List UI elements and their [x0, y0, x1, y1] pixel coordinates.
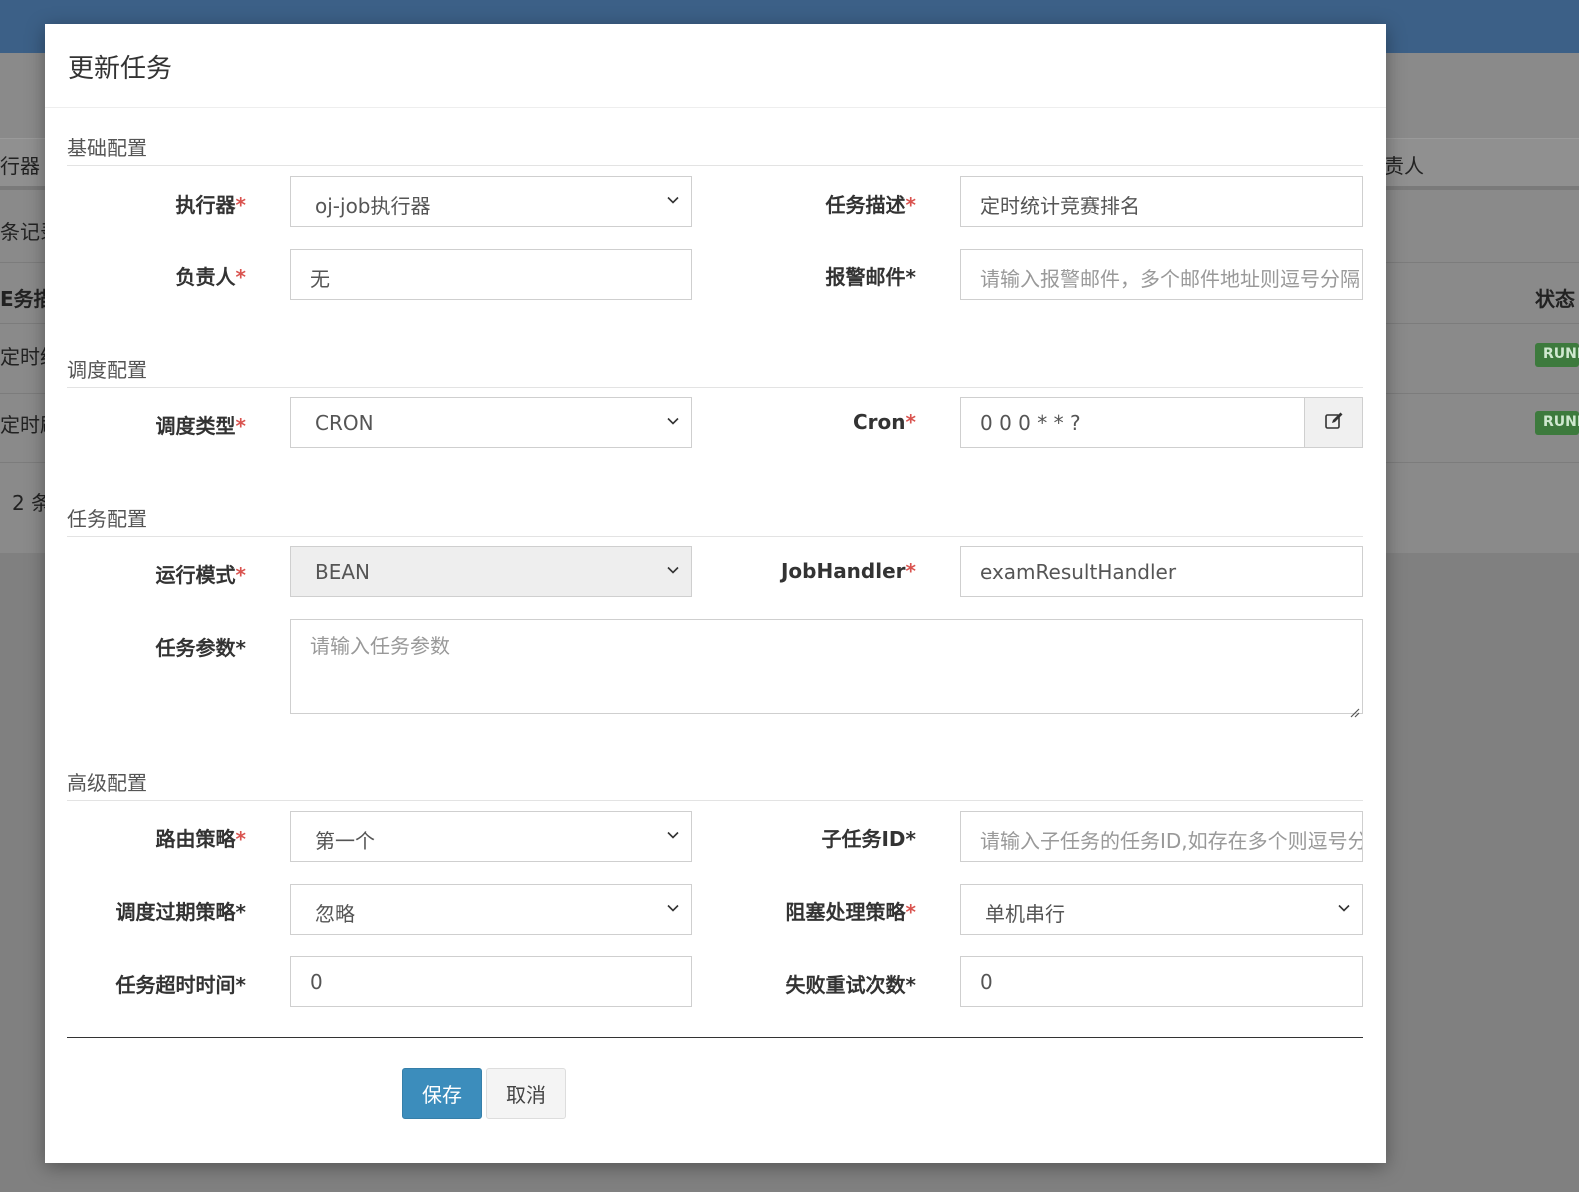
child-job-id-label: 子任务ID* — [821, 827, 916, 851]
fail-retry-input[interactable]: 0 — [960, 956, 1363, 1007]
resize-handle-icon[interactable] — [1348, 699, 1360, 718]
job-handler-input[interactable]: examResultHandler — [960, 546, 1363, 597]
filter-author-fragment: 责人 — [1384, 154, 1424, 178]
route-strategy-label: 路由策略* — [155, 827, 246, 851]
modal-header: 更新任务 — [45, 24, 1386, 108]
author-label: 负责人* — [175, 265, 246, 289]
job-desc-label: 任务描述* — [825, 193, 916, 217]
chevron-down-icon — [1338, 902, 1350, 914]
alarm-email-label: 报警邮件* — [825, 265, 916, 289]
route-strategy-select[interactable]: 第一个 — [290, 811, 692, 862]
timeout-label: 任务超时时间* — [115, 973, 246, 997]
filter-executor-fragment: 行器 — [0, 154, 40, 178]
block-strategy-select[interactable]: 单机串行 — [960, 884, 1363, 935]
chevron-down-icon — [667, 902, 679, 914]
job-param-label: 任务参数* — [155, 636, 246, 660]
table-row-2-status-badge: RUNNING — [1535, 411, 1579, 435]
block-strategy-label: 阻塞处理策略* — [785, 900, 916, 924]
misfire-strategy-label: 调度过期策略* — [115, 900, 246, 924]
alarm-email-input[interactable]: 请输入报警邮件，多个邮件地址则逗号分隔 — [960, 249, 1363, 300]
schedule-type-select[interactable]: CRON — [290, 397, 692, 448]
job-handler-label: JobHandler* — [780, 559, 916, 583]
section-schedule-config: 调度配置 — [67, 354, 1363, 388]
chevron-down-icon — [667, 564, 679, 576]
executor-select[interactable]: oj-job执行器 — [290, 176, 692, 227]
edit-icon — [1324, 411, 1344, 435]
fail-retry-label: 失败重试次数* — [785, 973, 916, 997]
chevron-down-icon — [667, 194, 679, 206]
author-input[interactable]: 无 — [290, 249, 692, 300]
cancel-button[interactable]: 取消 — [486, 1068, 566, 1119]
job-desc-input[interactable]: 定时统计竞赛排名 — [960, 176, 1363, 227]
modal-title: 更新任务 — [68, 54, 173, 84]
cron-label: Cron* — [853, 410, 916, 434]
child-job-id-input[interactable]: 请输入子任务的任务ID,如存在多个则逗号分隔 — [960, 811, 1363, 862]
section-basic-config: 基础配置 — [67, 132, 1363, 166]
section-job-config: 任务配置 — [67, 503, 1363, 537]
schedule-type-label: 调度类型* — [155, 414, 246, 438]
job-param-textarea[interactable]: 请输入任务参数 — [290, 619, 1363, 718]
glue-type-label: 运行模式* — [155, 563, 246, 587]
column-header-status: 状态 — [1535, 287, 1575, 311]
chevron-down-icon — [667, 829, 679, 841]
save-button[interactable]: 保存 — [402, 1068, 482, 1119]
timeout-input[interactable]: 0 — [290, 956, 692, 1007]
chevron-down-icon — [667, 415, 679, 427]
section-advanced-config: 高级配置 — [67, 767, 1363, 801]
cron-input[interactable]: 0 0 0 * * ? — [960, 397, 1305, 448]
executor-label: 执行器* — [175, 193, 246, 217]
glue-type-select[interactable]: BEAN — [290, 546, 692, 597]
form-footer-divider — [67, 1037, 1363, 1038]
table-row-1-status-badge: RUNNING — [1535, 343, 1579, 367]
cron-generator-button[interactable] — [1304, 397, 1363, 448]
update-job-modal: 更新任务 基础配置 执行器* oj-job执行器 任务描述* 定时统计竞赛排名 … — [45, 24, 1386, 1163]
misfire-strategy-select[interactable]: 忽略 — [290, 884, 692, 935]
